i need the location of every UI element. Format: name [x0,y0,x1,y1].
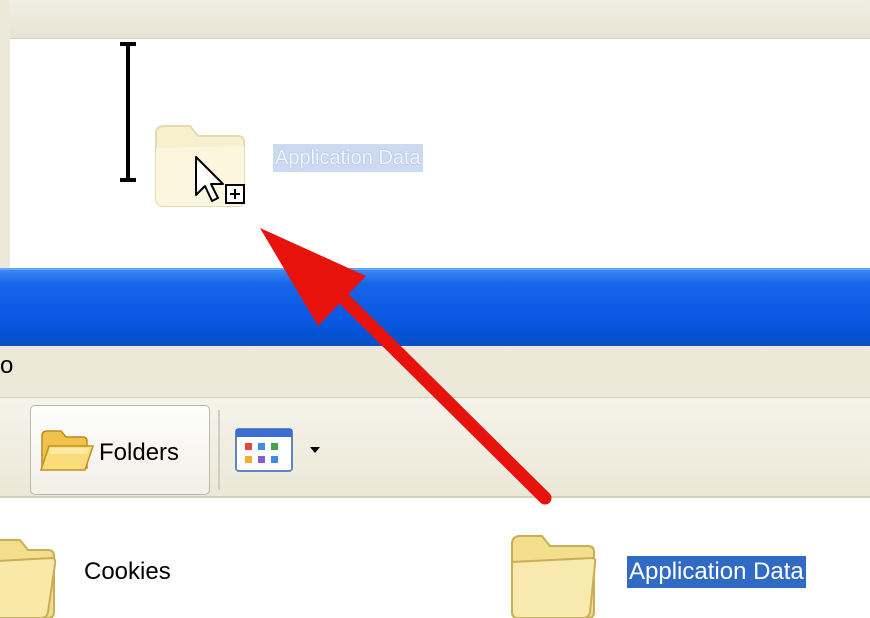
file-label-cookies[interactable]: Cookies [84,558,171,586]
folder-icon[interactable] [0,532,60,618]
folders-icon [39,430,95,471]
copy-cursor-icon [195,156,245,204]
menu-item-partial[interactable]: o [0,352,13,380]
file-label-application-data[interactable]: Application Data [627,556,806,588]
window-title-bar[interactable] [0,268,870,346]
drag-ghost-label: Application Data [273,144,423,172]
window-top-edge [10,0,870,39]
menu-bar [0,346,870,398]
folders-button-label: Folders [99,439,180,466]
views-icon[interactable] [234,425,329,475]
folders-button[interactable]: Folders [30,405,210,495]
folder-icon[interactable] [508,528,598,618]
insertion-caret-icon [120,42,136,182]
toolbar-separator [218,410,220,490]
